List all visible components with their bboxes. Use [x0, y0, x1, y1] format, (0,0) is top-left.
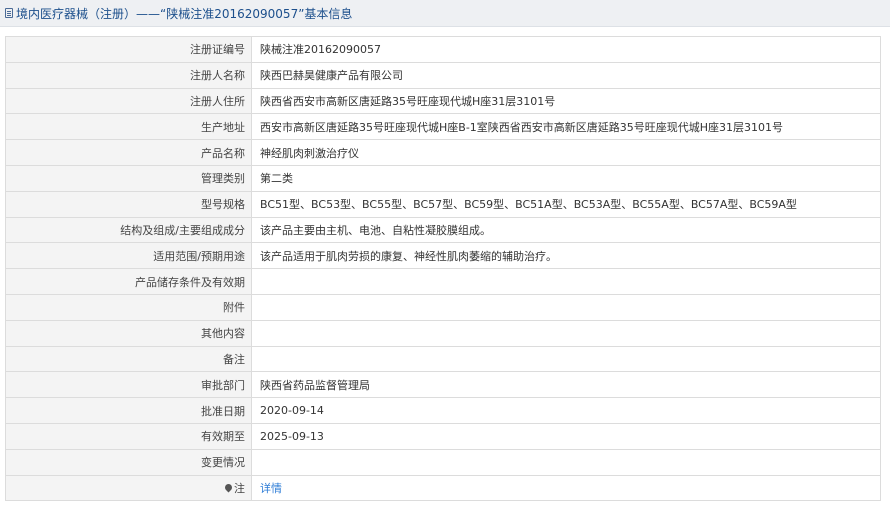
info-table-body: 注册证编号 陕械注准20162090057 注册人名称 陕西巴赫昊健康产品有限公…: [5, 36, 881, 502]
note-label: 注: [234, 481, 245, 495]
table-row: 变更情况: [5, 448, 881, 476]
detail-link[interactable]: 详情: [260, 482, 282, 495]
table-row: 产品名称 神经肌肉刺激治疗仪: [5, 139, 881, 166]
table-row: 备注: [5, 345, 881, 373]
row-label-model-spec: 型号规格: [5, 190, 252, 218]
info-table: 注册证编号 陕械注准20162090057 注册人名称 陕西巴赫昊健康产品有限公…: [5, 36, 881, 502]
document-icon: [5, 8, 13, 18]
row-value-registrant-name: 陕西巴赫昊健康产品有限公司: [251, 61, 881, 89]
row-label-intended-use: 适用范围/预期用途: [5, 242, 252, 270]
table-row: 适用范围/预期用途 该产品适用于肌肉劳损的康复、神经性肌肉萎缩的辅助治疗。: [5, 242, 881, 270]
row-label-storage: 产品储存条件及有效期: [5, 268, 252, 295]
row-label-production-address: 生产地址: [5, 113, 252, 141]
row-value-registration-number: 陕械注准20162090057: [251, 36, 881, 63]
row-label-valid-until: 有效期至: [5, 422, 252, 450]
row-label-product-name: 产品名称: [5, 139, 252, 166]
table-row: 注 详情: [5, 474, 881, 502]
table-row: 有效期至 2025-09-13: [5, 422, 881, 450]
table-row: 注册人住所 陕西省西安市高新区唐延路35号旺座现代城H座31层3101号: [5, 87, 881, 115]
note-label-wrap: 注: [223, 480, 245, 496]
row-label-registrant-address: 注册人住所: [5, 87, 252, 115]
row-label-approval-date: 批准日期: [5, 397, 252, 424]
row-value-registrant-address: 陕西省西安市高新区唐延路35号旺座现代城H座31层3101号: [251, 87, 881, 115]
page-header: 境内医疗器械（注册）——“陕械注准20162090057”基本信息: [0, 0, 890, 27]
row-label-registrant-name: 注册人名称: [5, 61, 252, 89]
row-value-attachment: [251, 293, 881, 321]
table-row: 产品储存条件及有效期: [5, 268, 881, 295]
table-row: 审批部门 陕西省药品监督管理局: [5, 371, 881, 399]
row-value-approval-dept: 陕西省药品监督管理局: [251, 371, 881, 399]
table-row: 注册证编号 陕械注准20162090057: [5, 36, 881, 63]
row-label-attachment: 附件: [5, 293, 252, 321]
row-value-management-class: 第二类: [251, 164, 881, 192]
row-value-remarks: [251, 345, 881, 373]
row-value-valid-until: 2025-09-13: [251, 422, 881, 450]
row-label-registration-number: 注册证编号: [5, 36, 252, 63]
row-label-changes: 变更情况: [5, 448, 252, 476]
row-value-storage: [251, 268, 881, 295]
table-row: 结构及组成/主要组成成分 该产品主要由主机、电池、自粘性凝胶膜组成。: [5, 216, 881, 244]
table-row: 管理类别 第二类: [5, 164, 881, 192]
row-label-note: 注: [5, 474, 252, 502]
row-value-other: [251, 319, 881, 347]
table-row: 生产地址 西安市高新区唐延路35号旺座现代城H座B-1室陕西省西安市高新区唐延路…: [5, 113, 881, 141]
row-label-approval-dept: 审批部门: [5, 371, 252, 399]
table-row: 其他内容: [5, 319, 881, 347]
row-value-changes: [251, 448, 881, 476]
row-label-structure: 结构及组成/主要组成成分: [5, 216, 252, 244]
row-value-approval-date: 2020-09-14: [251, 397, 881, 424]
table-row: 注册人名称 陕西巴赫昊健康产品有限公司: [5, 61, 881, 89]
row-label-remarks: 备注: [5, 345, 252, 373]
row-label-other: 其他内容: [5, 319, 252, 347]
row-value-model-spec: BC51型、BC53型、BC55型、BC57型、BC59型、BC51A型、BC5…: [251, 190, 881, 218]
table-row: 型号规格 BC51型、BC53型、BC55型、BC57型、BC59型、BC51A…: [5, 190, 881, 218]
row-value-structure: 该产品主要由主机、电池、自粘性凝胶膜组成。: [251, 216, 881, 244]
table-row: 附件: [5, 293, 881, 321]
page-title: 境内医疗器械（注册）——“陕械注准20162090057”基本信息: [16, 6, 353, 21]
table-row: 批准日期 2020-09-14: [5, 397, 881, 424]
row-value-intended-use: 该产品适用于肌肉劳损的康复、神经性肌肉萎缩的辅助治疗。: [251, 242, 881, 270]
row-value-note: 详情: [251, 474, 881, 502]
row-value-product-name: 神经肌肉刺激治疗仪: [251, 139, 881, 166]
row-label-management-class: 管理类别: [5, 164, 252, 192]
row-value-production-address: 西安市高新区唐延路35号旺座现代城H座B-1室陕西省西安市高新区唐延路35号旺座…: [251, 113, 881, 141]
pin-icon: [223, 482, 234, 493]
